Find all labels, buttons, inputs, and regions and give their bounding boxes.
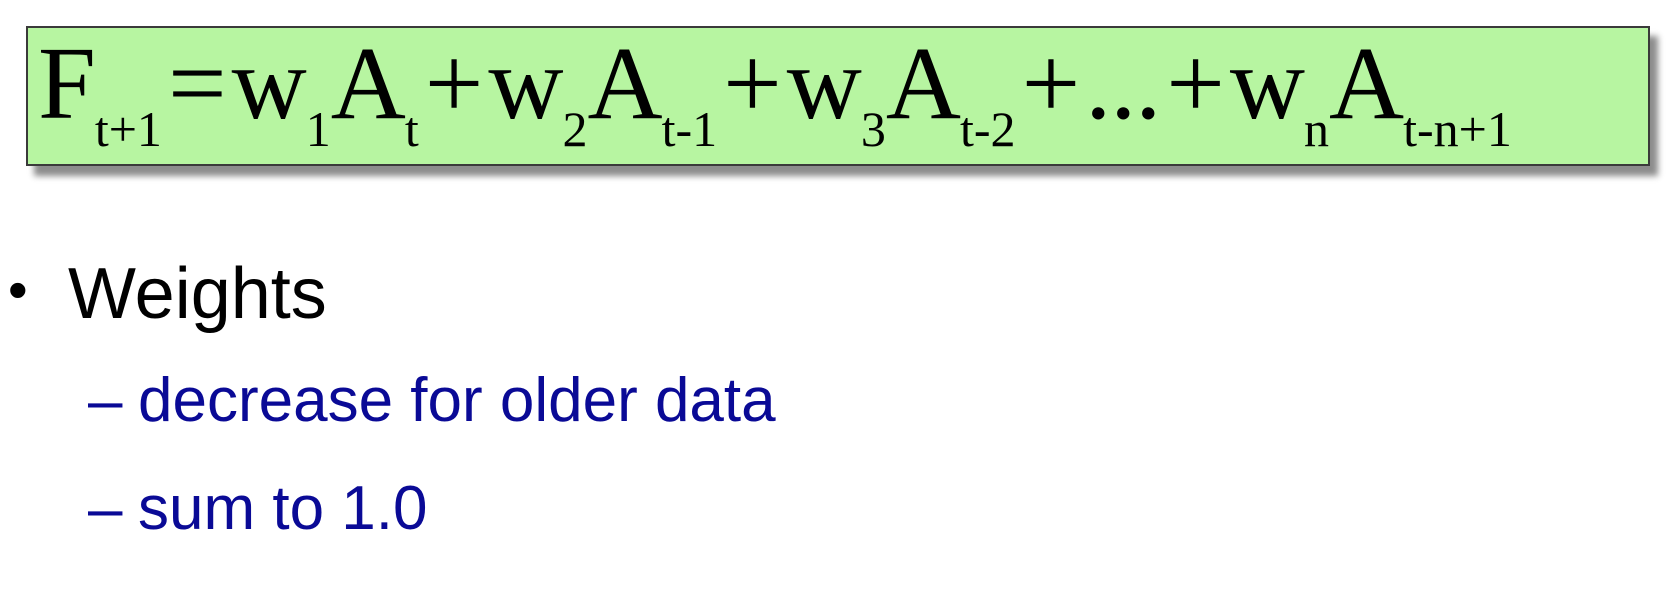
formula-w1-subscript: 1 [305,101,331,157]
formula-A1: A [330,26,406,141]
sub-bullet-label: decrease for older data [138,366,776,435]
formula-A3-subscript: t-2 [960,101,1016,157]
formula-wn-subscript: n [1303,101,1329,157]
slide: Ft+1=w1At+w2At-1+w3At-2+...+wnAt-n+1 • W… [0,0,1670,600]
formula-w3-subscript: 3 [860,101,886,157]
bullet-label: Weights [68,254,327,334]
formula-plus-3: + [1021,26,1081,141]
sub-bullet-label: sum to 1.0 [138,474,428,543]
formula-plus-4: + [1166,26,1225,141]
formula-w2-subscript: 2 [562,101,588,157]
formula-plus-2: + [723,26,782,141]
formula-F-subscript: t+1 [94,101,162,157]
formula-box: Ft+1=w1At+w2At-1+w3At-2+...+wnAt-n+1 [26,26,1650,166]
bullet-dot-icon: • [8,258,28,321]
formula-w1: w [231,26,307,141]
sub-bullet-item: – sum to 1.0 [88,478,427,540]
formula-ellipsis: ... [1085,26,1161,141]
formula-An-subscript: t-n+1 [1403,101,1512,157]
dash-icon: – [88,366,123,435]
formula-A2: A [587,26,662,141]
formula-w3: w [786,26,862,141]
formula-A3: A [885,26,961,141]
formula-F: F [38,26,96,141]
sub-bullet-item: – decrease for older data [88,370,776,432]
formula-equals: = [167,26,227,141]
formula-A2-subscript: t-1 [661,101,718,157]
dash-icon: – [88,474,123,543]
formula-An: A [1328,26,1404,141]
weighted-moving-average-formula: Ft+1=w1At+w2At-1+w3At-2+...+wnAt-n+1 [38,32,1512,155]
formula-w2: w [488,26,563,141]
formula-A1-subscript: t [404,101,419,157]
formula-plus-1: + [424,26,484,141]
formula-wn: w [1229,26,1305,141]
